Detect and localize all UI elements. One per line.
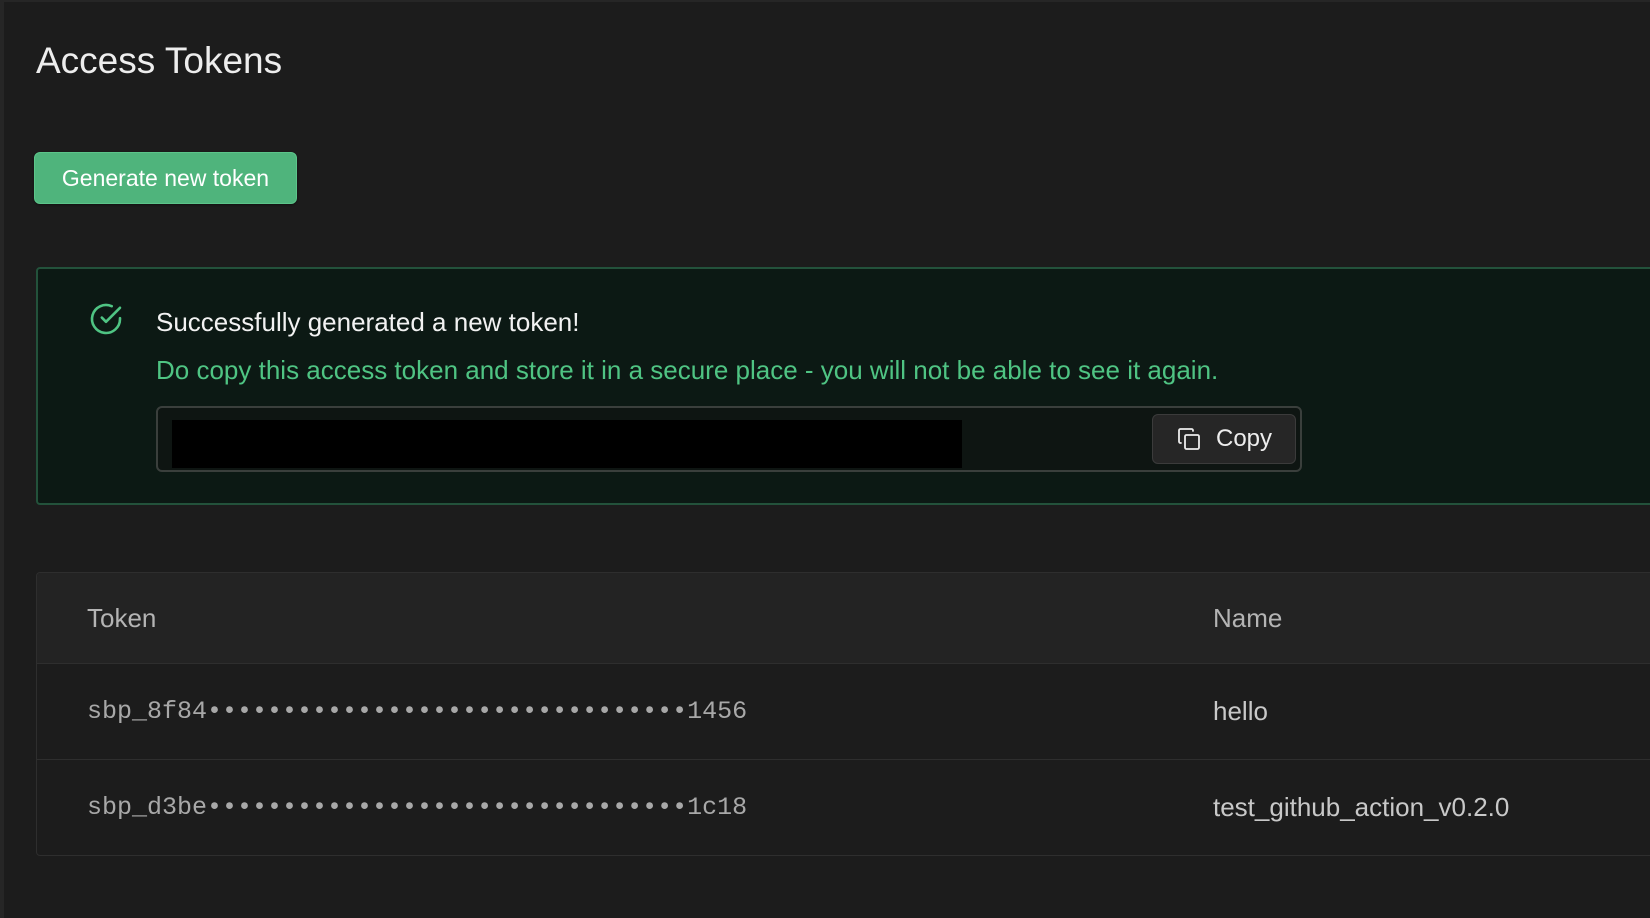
alert-title: Successfully generated a new token! [156, 307, 580, 337]
table-header: Token Name [37, 573, 1650, 664]
name-cell: test_github_action_v0.2.0 [1213, 792, 1510, 822]
copy-icon [1176, 426, 1202, 452]
generate-new-token-button[interactable]: Generate new token [34, 152, 297, 204]
column-header-name: Name [1213, 603, 1283, 633]
column-header-token: Token [87, 603, 157, 633]
copy-token-button[interactable]: Copy [1152, 414, 1296, 464]
new-token-field: Copy [156, 406, 1302, 472]
table-row[interactable]: sbp_8f84••••••••••••••••••••••••••••••••… [37, 664, 1650, 760]
check-circle-icon [88, 301, 124, 337]
access-tokens-page: Access Tokens Generate new token Success… [0, 0, 1650, 918]
token-cell: sbp_8f84••••••••••••••••••••••••••••••••… [87, 697, 748, 726]
new-token-value[interactable] [172, 420, 962, 468]
name-cell: hello [1213, 696, 1268, 726]
tokens-table: Token Name sbp_8f84•••••••••••••••••••••… [36, 572, 1650, 856]
page-title: Access Tokens [36, 40, 283, 81]
token-cell: sbp_d3be••••••••••••••••••••••••••••••••… [87, 793, 748, 822]
copy-label: Copy [1215, 425, 1273, 452]
alert-description: Do copy this access token and store it i… [156, 355, 1219, 385]
table-row[interactable]: sbp_d3be••••••••••••••••••••••••••••••••… [37, 760, 1650, 855]
success-alert: Successfully generated a new token! Do c… [36, 267, 1650, 505]
